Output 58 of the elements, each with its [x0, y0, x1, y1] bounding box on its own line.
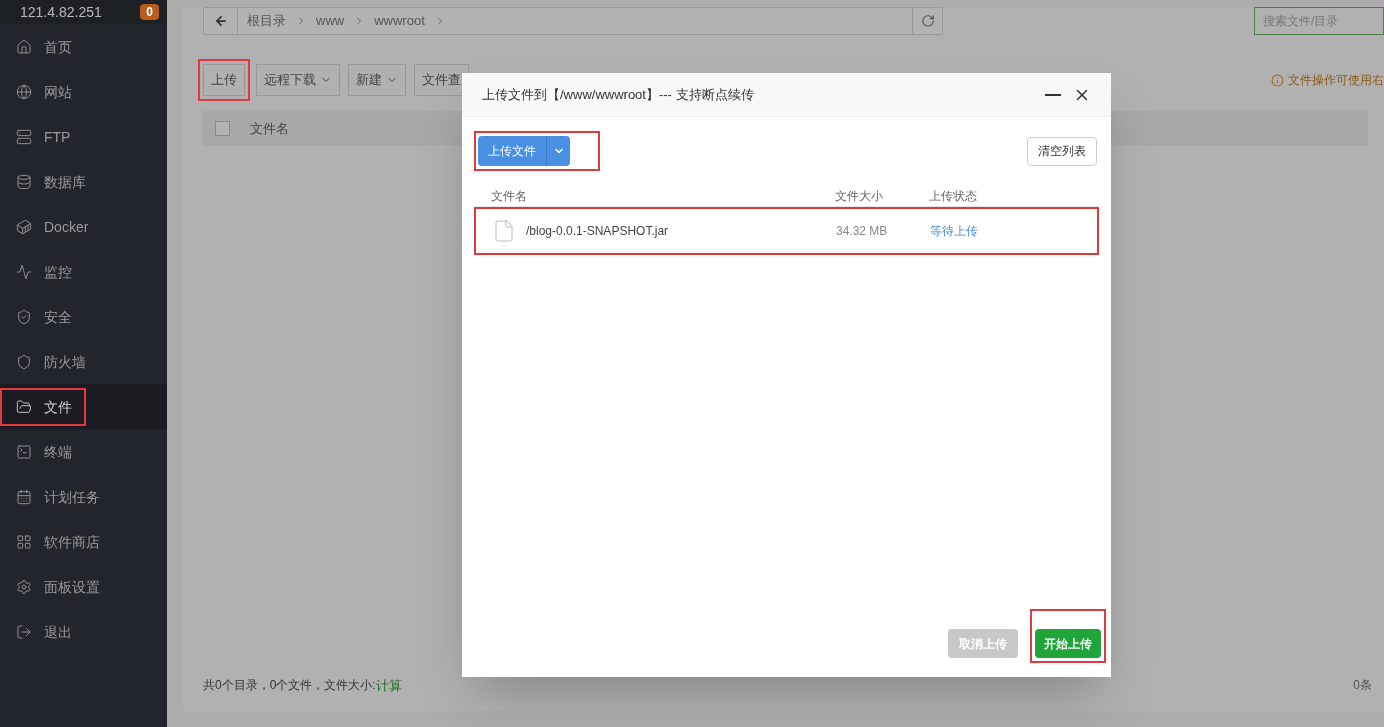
- container-icon: [16, 218, 32, 235]
- breadcrumb-item[interactable]: wwwroot: [374, 11, 425, 31]
- sidebar-item[interactable]: 网站: [0, 69, 167, 114]
- info-icon: [1271, 73, 1284, 87]
- sidebar-item[interactable]: 终端: [0, 429, 167, 474]
- file-icon: [492, 219, 516, 243]
- checkbox[interactable]: [215, 121, 230, 136]
- logout-icon: [16, 623, 32, 640]
- server-icon: [16, 128, 32, 145]
- toolbar-button[interactable]: 远程下载: [256, 64, 340, 96]
- upload-file-button[interactable]: 上传文件: [478, 136, 570, 166]
- file-size: 34.32 MB: [836, 223, 889, 240]
- home-icon: [16, 38, 32, 55]
- notification-count[interactable]: 0: [140, 4, 159, 20]
- clear-list-button[interactable]: 清空列表: [1027, 136, 1097, 166]
- sidebar-item[interactable]: 防火墙: [0, 339, 167, 384]
- breadcrumb-item[interactable]: www: [316, 11, 345, 31]
- dialog-title: 上传文件到【/www/wwwroot】--- 支持断点续传: [482, 85, 754, 104]
- column-header: 文件名: [250, 119, 289, 138]
- grid-icon: [16, 533, 32, 550]
- sidebar-item[interactable]: 计划任务: [0, 474, 167, 519]
- toolbar-button[interactable]: 新建: [348, 64, 406, 96]
- back-icon: [213, 14, 228, 28]
- sidebar-item[interactable]: 监控: [0, 249, 167, 294]
- summary-text: 共0个目录，0个文件，文件大小:: [203, 677, 376, 695]
- globe-icon: [16, 83, 32, 100]
- start-upload-button[interactable]: 开始上传: [1035, 629, 1101, 658]
- sidebar-item[interactable]: 面板设置: [0, 564, 167, 609]
- calendar-icon: [16, 488, 32, 505]
- sidebar-item[interactable]: 软件商店: [0, 519, 167, 564]
- settings-icon: [16, 578, 32, 595]
- sidebar-item[interactable]: 数据库: [0, 159, 167, 204]
- chart-icon: [16, 263, 32, 280]
- sidebar-item[interactable]: Docker: [0, 204, 167, 249]
- calculate-link[interactable]: 计算: [375, 675, 402, 695]
- terminal-icon: [16, 443, 32, 460]
- sidebar-item[interactable]: FTP: [0, 114, 167, 159]
- column-header: 文件名: [490, 187, 528, 205]
- shield-icon: [16, 353, 32, 370]
- file-row[interactable]: /blog-0.0.1-SNAPSHOT.jar 34.32 MB 等待上传: [476, 209, 1097, 253]
- record-count: 0条: [1353, 677, 1372, 695]
- sidebar-item[interactable]: 退出: [0, 609, 167, 654]
- sidebar-item[interactable]: 安全: [0, 294, 167, 339]
- sidebar-item[interactable]: 首页: [0, 24, 167, 69]
- refresh-icon: [920, 14, 935, 28]
- shield-icon: [16, 308, 32, 325]
- toolbar-button[interactable]: 上传: [203, 64, 245, 96]
- file-name: /blog-0.0.1-SNAPSHOT.jar: [526, 223, 670, 240]
- column-header: 上传状态: [929, 187, 977, 205]
- folder-icon: [16, 398, 32, 415]
- server-ip: 121.4.82.251: [20, 2, 102, 22]
- upload-status: 等待上传: [930, 223, 978, 240]
- sidebar-item[interactable]: 文件: [0, 384, 167, 429]
- breadcrumb-item[interactable]: 根目录: [247, 11, 286, 31]
- hint-text: 文件操作可使用右: [1288, 72, 1384, 89]
- minimize-button[interactable]: [1045, 93, 1061, 96]
- database-icon: [16, 173, 32, 190]
- column-header: 文件大小: [835, 187, 884, 205]
